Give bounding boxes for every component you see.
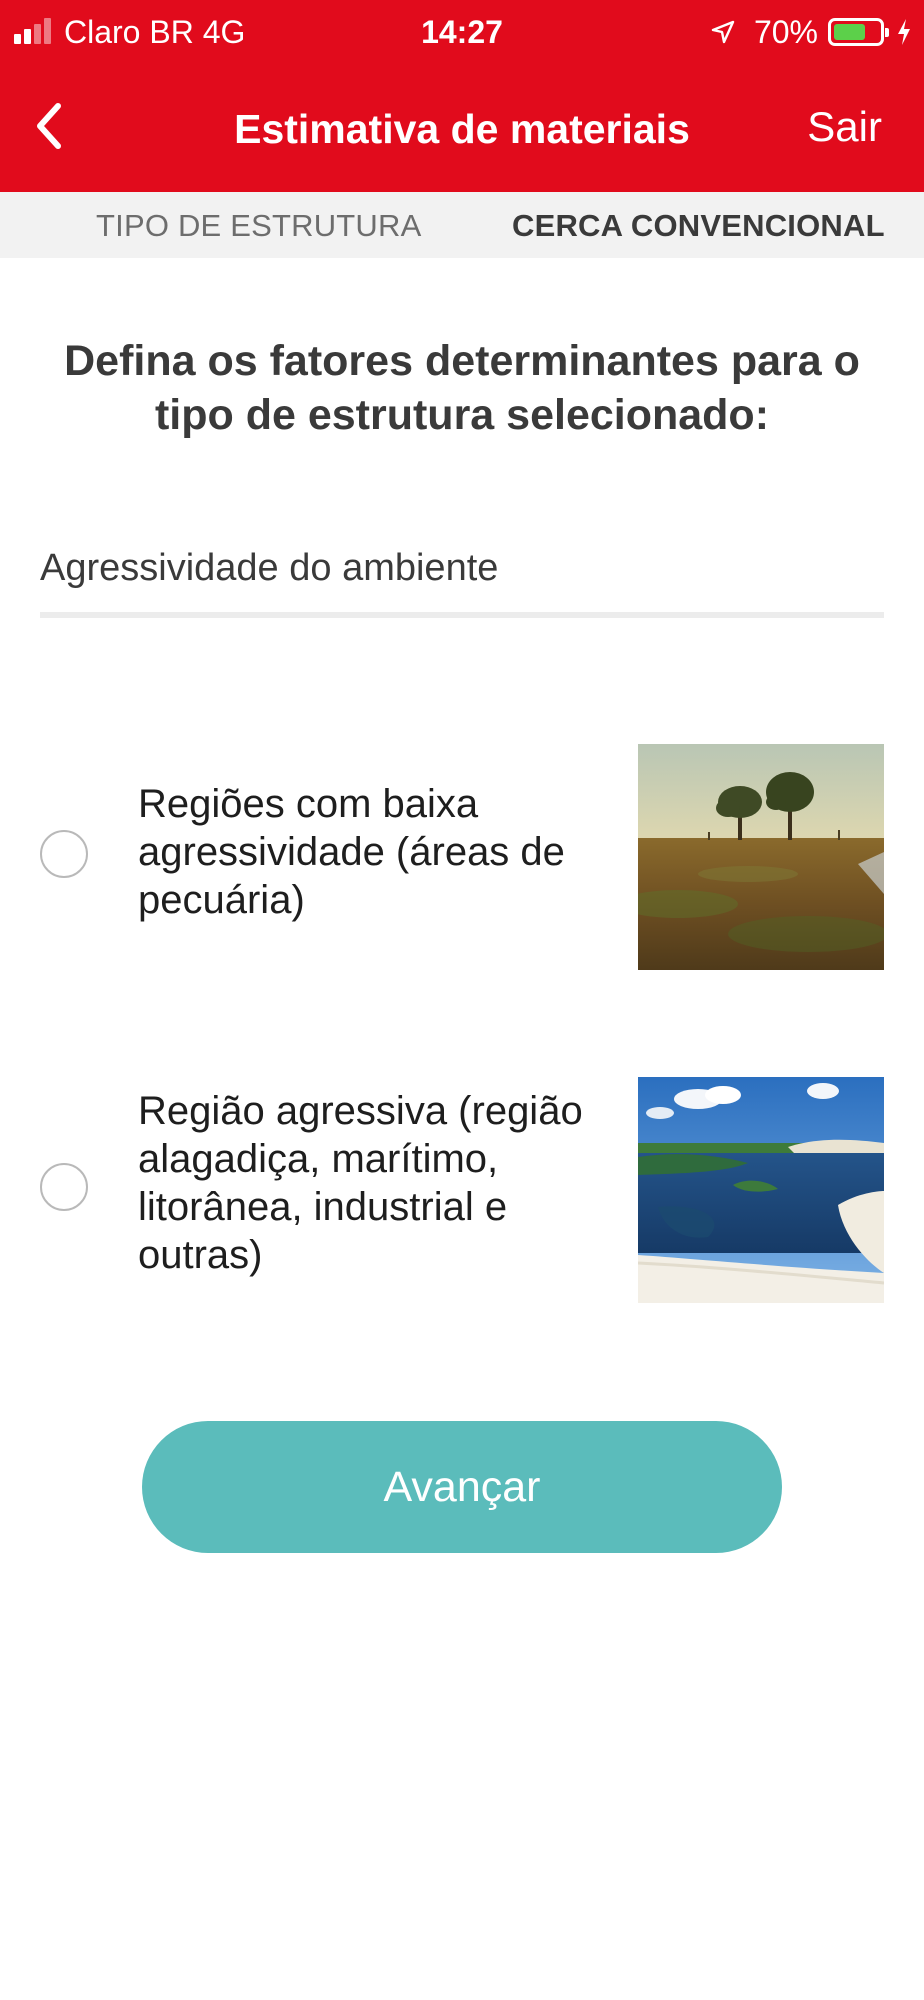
page-title: Defina os fatores determinantes para o t… [64, 337, 860, 439]
exit-button[interactable]: Sair [807, 102, 882, 152]
radio-aggressive-region[interactable] [40, 1163, 88, 1211]
app-header: Claro BR 4G 14:27 70% Estimativa de mate… [0, 0, 924, 192]
radio-low-aggressiveness[interactable] [40, 830, 88, 878]
next-button[interactable]: Avançar [142, 1421, 782, 1553]
breadcrumb-structure-type[interactable]: TIPO DE ESTRUTURA [96, 206, 421, 246]
navigation-bar: Estimativa de materiais Sair [0, 64, 924, 192]
option-aggressive-region[interactable]: Região agressiva (região alagadiça, marí… [0, 1077, 924, 1303]
breadcrumb-conventional-fence: CERCA CONVENCIONAL [512, 208, 885, 243]
battery-icon [828, 18, 889, 46]
charging-bolt-icon [898, 19, 910, 45]
option-low-aggressiveness[interactable]: Regiões com baixa agressividade (áreas d… [0, 744, 924, 970]
status-bar: Claro BR 4G 14:27 70% [0, 0, 924, 64]
screen-title: Estimativa de materiais [234, 106, 690, 152]
coastal-lagoon-dunes-photo [638, 1077, 884, 1303]
option-label: Regiões com baixa agressividade (áreas d… [138, 782, 565, 922]
option-label: Região agressiva (região alagadiça, marí… [138, 1089, 583, 1277]
section-label-environment: Agressividade do ambiente [40, 547, 499, 589]
battery-percentage: 70% [753, 13, 818, 50]
status-right: 70% [710, 10, 912, 54]
breadcrumb: TIPO DE ESTRUTURA CERCA CONVENCIONAL [0, 192, 924, 258]
section-divider [40, 612, 884, 618]
location-arrow-icon [711, 20, 735, 44]
battery-level-fill [834, 24, 865, 40]
savanna-landscape-photo [638, 744, 884, 970]
